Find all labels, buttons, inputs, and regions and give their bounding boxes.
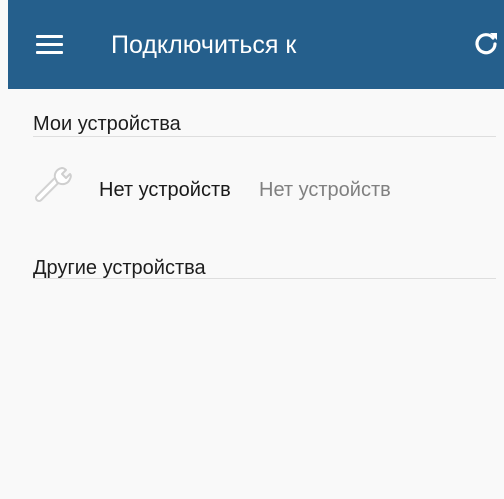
- other-devices-divider: [33, 278, 496, 279]
- device-list-item: Нет устройств Нет устройств: [33, 163, 496, 221]
- my-devices-section-title: Мои устройства: [33, 113, 181, 135]
- device-status: Нет устройств: [259, 179, 391, 201]
- my-devices-divider: [33, 136, 496, 137]
- refresh-icon[interactable]: [472, 29, 500, 57]
- app-bar: Подключиться к: [8, 0, 504, 89]
- screen: Подключиться к Мои устройства Нет устрой…: [0, 0, 504, 499]
- hamburger-menu-icon[interactable]: [36, 34, 64, 56]
- menu-line: [36, 35, 63, 38]
- menu-line: [36, 51, 63, 54]
- wrench-icon: [33, 165, 83, 205]
- page-title: Подключиться к: [111, 31, 297, 59]
- device-name: Нет устройств: [99, 179, 231, 201]
- other-devices-section-title: Другие устройства: [33, 257, 206, 279]
- menu-line: [36, 43, 63, 46]
